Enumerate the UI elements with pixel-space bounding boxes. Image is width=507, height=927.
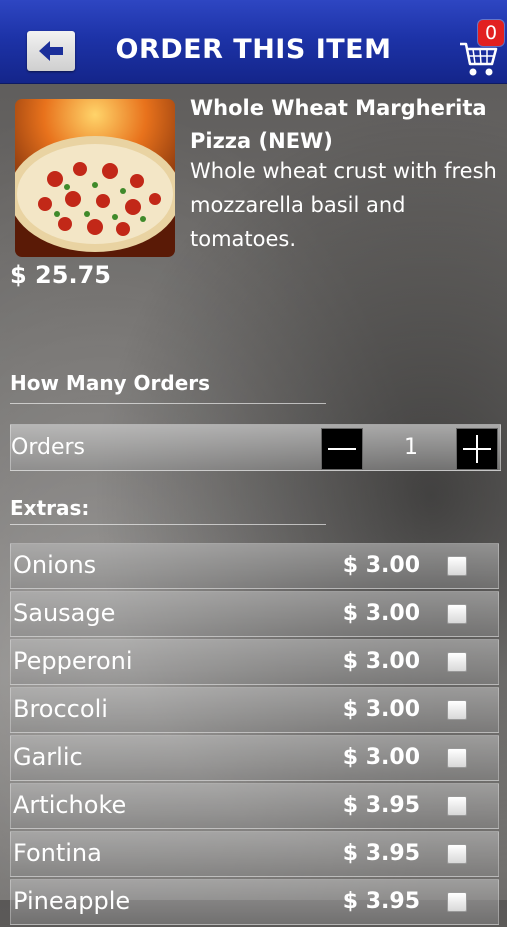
extra-name: Onions bbox=[13, 551, 97, 579]
orders-label: Orders bbox=[11, 435, 85, 460]
section-label-extras: Extras: bbox=[10, 496, 90, 520]
extra-price: $ 3.00 bbox=[342, 553, 420, 578]
extra-price: $ 3.95 bbox=[342, 841, 420, 866]
extra-item-sausage[interactable]: Sausage $ 3.00 bbox=[10, 591, 499, 637]
page-title: ORDER THIS ITEM bbox=[115, 34, 392, 65]
extra-item-broccoli[interactable]: Broccoli $ 3.00 bbox=[10, 687, 499, 733]
back-button[interactable] bbox=[27, 31, 75, 71]
product-name: Whole Wheat Margherita Pizza (NEW) bbox=[190, 96, 487, 153]
extra-checkbox[interactable] bbox=[447, 700, 467, 720]
divider bbox=[10, 403, 326, 404]
extra-checkbox[interactable] bbox=[447, 556, 467, 576]
extra-price: $ 3.95 bbox=[342, 793, 420, 818]
extra-checkbox[interactable] bbox=[447, 604, 467, 624]
extra-item-onions[interactable]: Onions $ 3.00 bbox=[10, 543, 499, 589]
section-label-orders: How Many Orders bbox=[10, 371, 211, 395]
extra-name: Pepperoni bbox=[13, 647, 133, 675]
extra-item-fontina[interactable]: Fontina $ 3.95 bbox=[10, 831, 499, 877]
extra-price: $ 3.00 bbox=[342, 601, 420, 626]
extra-checkbox[interactable] bbox=[447, 892, 467, 912]
divider bbox=[10, 524, 326, 525]
decrease-quantity-button[interactable] bbox=[321, 428, 363, 470]
extra-checkbox[interactable] bbox=[447, 844, 467, 864]
extra-name: Pineapple bbox=[13, 887, 131, 915]
extra-checkbox[interactable] bbox=[447, 652, 467, 672]
extra-checkbox[interactable] bbox=[447, 796, 467, 816]
extra-name: Fontina bbox=[13, 839, 102, 867]
extra-price: $ 3.00 bbox=[342, 745, 420, 770]
orders-row: Orders 1 bbox=[10, 424, 501, 471]
cart-count-badge: 0 bbox=[478, 20, 504, 46]
extra-item-pepperoni[interactable]: Pepperoni $ 3.00 bbox=[10, 639, 499, 685]
extra-price: $ 3.00 bbox=[342, 649, 420, 674]
extra-name: Garlic bbox=[13, 743, 83, 771]
extras-list: Onions $ 3.00 Sausage $ 3.00 Pepperoni $… bbox=[10, 543, 499, 927]
extra-item-garlic[interactable]: Garlic $ 3.00 bbox=[10, 735, 499, 781]
extra-name: Artichoke bbox=[13, 791, 127, 819]
extra-price: $ 3.00 bbox=[342, 697, 420, 722]
product-description: Whole wheat crust with fresh mozzarella … bbox=[190, 159, 497, 251]
extra-checkbox[interactable] bbox=[447, 748, 467, 768]
increase-quantity-button[interactable] bbox=[456, 428, 498, 470]
back-arrow-icon bbox=[39, 41, 63, 61]
extra-name: Sausage bbox=[13, 599, 116, 627]
header-bar: ORDER THIS ITEM 0 bbox=[0, 0, 507, 84]
quantity-value: 1 bbox=[404, 435, 418, 460]
product-image bbox=[15, 99, 175, 257]
extra-item-pineapple[interactable]: Pineapple $ 3.95 bbox=[10, 879, 499, 925]
extra-price: $ 3.95 bbox=[342, 889, 420, 914]
extra-name: Broccoli bbox=[13, 695, 108, 723]
extra-item-artichoke[interactable]: Artichoke $ 3.95 bbox=[10, 783, 499, 829]
product-price: $ 25.75 bbox=[10, 261, 111, 289]
